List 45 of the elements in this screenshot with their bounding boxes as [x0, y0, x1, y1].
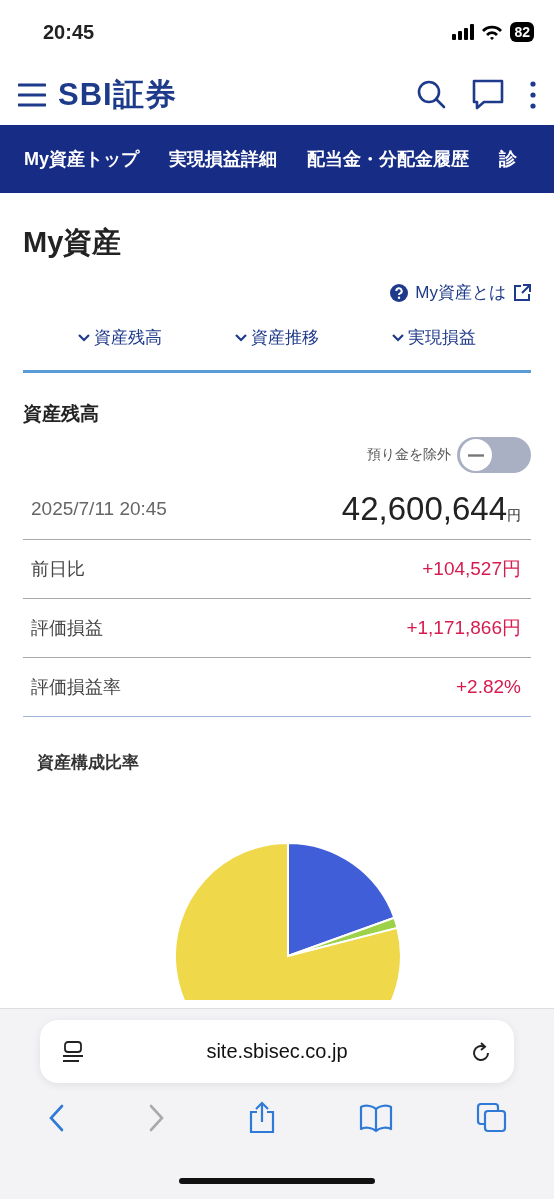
- section-heading: 資産残高: [23, 402, 99, 426]
- page-menu-icon[interactable]: [62, 1040, 84, 1063]
- external-link-icon: [513, 284, 531, 301]
- reload-icon[interactable]: [470, 1040, 492, 1063]
- nav-tab[interactable]: 診: [499, 147, 517, 171]
- help-icon: [390, 283, 409, 302]
- logo[interactable]: SBI証券: [58, 73, 405, 116]
- toggle-switch[interactable]: [457, 437, 531, 473]
- page-title: My資産: [23, 225, 122, 260]
- tabs-icon[interactable]: [475, 1102, 507, 1133]
- row-label: 評価損益率: [31, 676, 121, 699]
- url-text: site.sbisec.co.jp: [205, 1040, 349, 1063]
- more-icon[interactable]: [530, 80, 536, 109]
- row-label: 前日比: [31, 558, 85, 581]
- toggle-label: 預り金を除外: [367, 446, 451, 464]
- back-icon[interactable]: [47, 1103, 65, 1132]
- signal-icon: [452, 24, 475, 40]
- battery-icon: 82: [510, 22, 534, 42]
- address-bar[interactable]: site.sbisec.co.jp: [40, 1020, 514, 1083]
- date-time: 2025/7/11 20:45: [31, 498, 167, 520]
- currency-unit: 円: [507, 507, 521, 525]
- nav-tab[interactable]: 実現損益詳細: [169, 147, 277, 171]
- nav-tab[interactable]: 配当金・分配金履歴: [307, 147, 469, 171]
- chevron-down-icon: [235, 333, 247, 342]
- bookmarks-icon[interactable]: [358, 1102, 393, 1133]
- row-label: 評価損益: [31, 617, 103, 640]
- anchor-link[interactable]: 資産推移: [235, 326, 319, 349]
- chat-icon[interactable]: [472, 79, 504, 110]
- chevron-down-icon: [392, 333, 405, 342]
- row-value: +104,527円: [422, 557, 521, 581]
- anchor-link[interactable]: 実現損益: [392, 326, 477, 349]
- minus-icon: [468, 453, 484, 457]
- nav-tab[interactable]: My資産トップ: [24, 147, 139, 171]
- row-value: +2.82%: [456, 676, 521, 698]
- chevron-down-icon: [77, 333, 90, 342]
- chart-title: 資産構成比率: [37, 752, 139, 774]
- anchor-link[interactable]: 資産残高: [77, 326, 162, 349]
- status-time: 20:45: [43, 20, 96, 44]
- wifi-icon: [481, 23, 504, 41]
- menu-icon[interactable]: [18, 82, 46, 107]
- search-icon[interactable]: [417, 80, 446, 109]
- total-amount: 42,600,644: [341, 490, 507, 528]
- share-icon[interactable]: [247, 1101, 276, 1134]
- row-value: +1,171,866円: [406, 616, 521, 640]
- help-link[interactable]: My資産とは: [390, 281, 531, 304]
